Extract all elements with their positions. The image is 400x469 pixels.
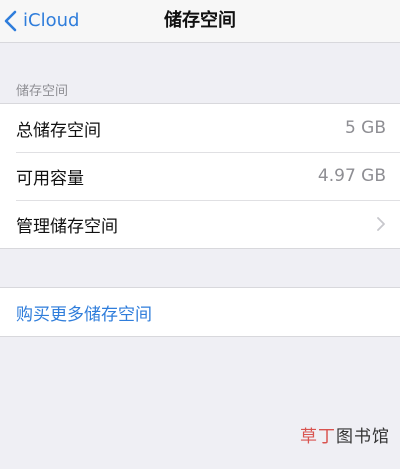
chevron-right-icon	[377, 217, 385, 231]
manage-storage-row[interactable]: 管理储存空间	[0, 200, 400, 248]
buy-storage-group: 购买更多储存空间	[0, 287, 400, 337]
buy-more-storage-button[interactable]: 购买更多储存空间	[0, 288, 400, 336]
buy-more-storage-label: 购买更多储存空间	[16, 304, 152, 325]
section-header-storage: 储存空间	[16, 84, 69, 99]
page-title: 储存空间	[164, 10, 236, 31]
watermark-text: 图书馆	[336, 427, 390, 447]
total-storage-row: 总储存空间 5 GB	[0, 104, 400, 152]
available-capacity-label: 可用容量	[16, 168, 84, 189]
total-storage-label: 总储存空间	[16, 120, 101, 141]
available-capacity-value: 4.97 GB	[317, 166, 386, 186]
watermark: 草丁图书馆	[300, 422, 390, 447]
available-capacity-row: 可用容量 4.97 GB	[0, 152, 400, 200]
watermark-accent-text: 草丁	[300, 427, 336, 447]
manage-storage-label: 管理储存空间	[16, 216, 118, 237]
total-storage-value: 5 GB	[344, 118, 386, 138]
navigation-bar: iCloud 储存空间	[0, 0, 400, 43]
storage-group: 总储存空间 5 GB 可用容量 4.97 GB 管理储存空间	[0, 103, 400, 249]
